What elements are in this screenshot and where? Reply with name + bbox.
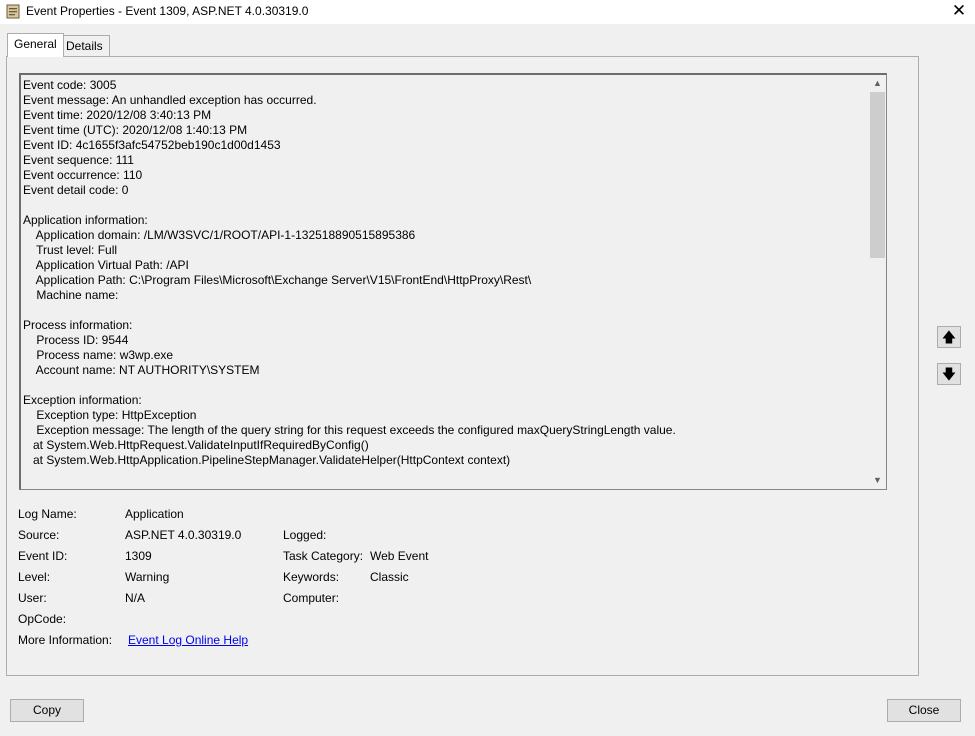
event-description-box[interactable]: Event code: 3005 Event message: An unhan… xyxy=(19,73,887,490)
logged-label: Logged: xyxy=(283,528,327,542)
close-button[interactable]: Close xyxy=(887,699,961,722)
event-id-value: 1309 xyxy=(125,549,152,563)
vertical-scrollbar[interactable]: ▲ ▼ xyxy=(869,75,886,489)
scrollbar-thumb[interactable] xyxy=(870,92,885,258)
opcode-label: OpCode: xyxy=(18,612,67,626)
next-event-button[interactable]: 🡇 xyxy=(937,363,961,385)
task-category-value: Web Event xyxy=(370,549,429,563)
more-information-label: More Information: xyxy=(18,633,113,647)
close-window-icon[interactable]: ✕ xyxy=(943,0,975,24)
scroll-down-arrow-icon[interactable]: ▼ xyxy=(869,472,886,489)
computer-label: Computer: xyxy=(283,591,340,605)
task-category-label: Task Category: xyxy=(283,549,364,563)
arrow-up-icon: 🡅 xyxy=(941,329,957,345)
event-log-online-help-link[interactable]: Event Log Online Help xyxy=(128,633,248,647)
title-bar: Event Properties - Event 1309, ASP.NET 4… xyxy=(0,0,975,24)
event-description-text: Event code: 3005 Event message: An unhan… xyxy=(23,78,676,467)
copy-button[interactable]: Copy xyxy=(10,699,84,722)
level-value: Warning xyxy=(125,570,170,584)
scroll-up-arrow-icon[interactable]: ▲ xyxy=(869,75,886,92)
log-name-value: Application xyxy=(125,507,184,521)
event-viewer-app-icon xyxy=(6,4,20,19)
event-id-label: Event ID: xyxy=(18,549,68,563)
keywords-label: Keywords: xyxy=(283,570,340,584)
arrow-down-icon: 🡇 xyxy=(941,366,957,382)
tab-details[interactable]: Details xyxy=(59,35,110,56)
source-value: ASP.NET 4.0.30319.0 xyxy=(125,528,242,542)
user-value: N/A xyxy=(125,591,146,605)
log-name-label: Log Name: xyxy=(18,507,77,521)
keywords-value: Classic xyxy=(370,570,409,584)
level-label: Level: xyxy=(18,570,51,584)
previous-event-button[interactable]: 🡅 xyxy=(937,326,961,348)
user-label: User: xyxy=(18,591,47,605)
source-label: Source: xyxy=(18,528,60,542)
window-title: Event Properties - Event 1309, ASP.NET 4… xyxy=(26,4,309,18)
tab-general[interactable]: General xyxy=(7,33,64,57)
